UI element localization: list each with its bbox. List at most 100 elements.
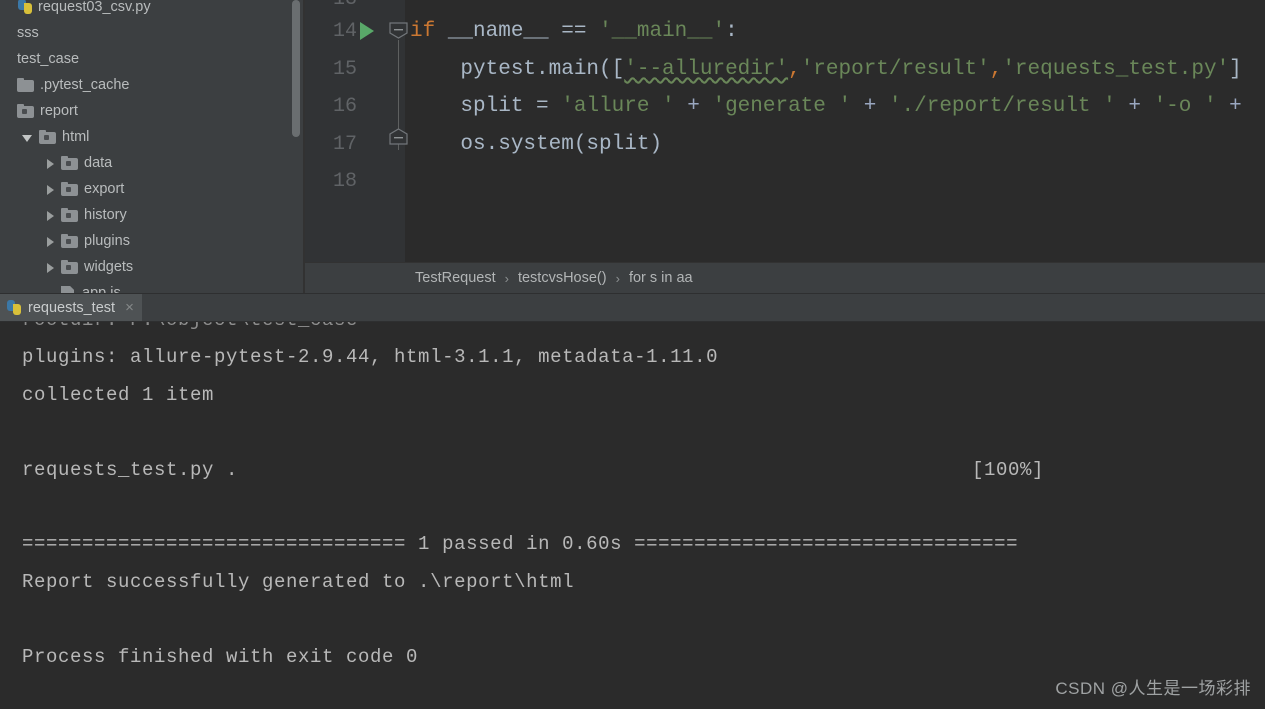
tree-item-label: sss — [17, 25, 39, 41]
tree-item-label: data — [84, 155, 112, 171]
report-result-string: './report/result ' — [889, 95, 1116, 118]
line-number: 15 — [305, 51, 357, 89]
keyword-if: if — [410, 20, 435, 43]
tree-item-test-case[interactable]: test_case — [0, 46, 79, 72]
ide-window: request03_csv.pysss test_case .pytest_cach… — [0, 0, 1265, 709]
folder-icon — [61, 182, 78, 196]
folder-icon — [61, 156, 78, 170]
pytest-main-call: pytest.main([ — [410, 58, 624, 81]
tree-item--pytest-cache[interactable]: .pytest_cache — [0, 72, 129, 98]
python-file-icon — [17, 0, 33, 15]
line-number: 17 — [305, 126, 357, 164]
code-editor[interactable]: 13 14 15 16 17 18 — [305, 0, 1265, 262]
tree-item-label: widgets — [84, 259, 133, 275]
tree-spacer — [0, 27, 13, 40]
tree-spacer — [0, 53, 13, 66]
plus-3: + — [1116, 95, 1154, 118]
equality-operator: == — [561, 20, 599, 43]
generate-string: 'generate ' — [712, 95, 851, 118]
console-line-rootdir: rootdir: F:\object\test_case — [22, 322, 358, 331]
plus-4: + — [1217, 95, 1242, 118]
line-number: 18 — [305, 163, 357, 201]
tree-item-sss[interactable]: sss — [0, 20, 39, 46]
chevron-right-icon[interactable] — [44, 209, 57, 222]
tree-item-plugins[interactable]: plugins — [0, 228, 130, 254]
name-dunder: __name__ — [435, 20, 561, 43]
tree-item-html[interactable]: html — [0, 124, 89, 150]
colon: : — [725, 20, 738, 43]
tree-item-history[interactable]: history — [0, 202, 127, 228]
tree-item-data[interactable]: data — [0, 150, 112, 176]
tree-item-label: request03_csv.py — [38, 0, 151, 15]
line-number: 16 — [305, 88, 357, 126]
comma-1: , — [788, 58, 801, 81]
chevron-right-icon[interactable] — [44, 261, 57, 274]
tree-item-label: history — [84, 207, 127, 223]
tree-spacer — [0, 79, 13, 92]
console-line-collected: collected 1 item — [22, 384, 214, 406]
console-line-plugins: plugins: allure-pytest-2.9.44, html-3.1.… — [22, 346, 718, 368]
folder-icon — [61, 260, 78, 274]
run-tool-tab-bar: requests_test × — [0, 293, 1265, 322]
requests-test-arg: 'requests_test.py' — [1002, 58, 1229, 81]
project-tree-scrollbar[interactable] — [292, 0, 300, 137]
tree-item-export[interactable]: export — [0, 176, 124, 202]
run-arrow-icon[interactable] — [360, 22, 374, 40]
bracket-close: ] — [1229, 58, 1242, 81]
line-number: 14 — [305, 13, 357, 51]
fold-end-icon[interactable] — [389, 128, 408, 145]
folder-icon — [61, 208, 78, 222]
breadcrumb-item-for-s-in-aa[interactable]: for s in aa — [629, 270, 693, 286]
js-file-icon — [61, 286, 76, 293]
plus-1: + — [675, 95, 713, 118]
close-icon[interactable]: × — [125, 300, 134, 315]
console-line-testfile: requests_test.py . — [22, 459, 238, 481]
chevron-right-icon: › — [505, 271, 509, 286]
chevron-right-icon[interactable] — [44, 235, 57, 248]
report-result-arg: 'report/result' — [801, 58, 990, 81]
csdn-watermark: CSDN @人生是一场彩排 — [1055, 674, 1251, 699]
plus-2: + — [851, 95, 889, 118]
tree-spacer — [0, 1, 13, 14]
run-console-output[interactable]: rootdir: F:\object\test_case plugins: al… — [0, 322, 1265, 709]
main-string: '__main__' — [599, 20, 725, 43]
tree-item-request03-csv-py[interactable]: request03_csv.py — [0, 0, 151, 20]
chevron-right-icon[interactable] — [44, 183, 57, 196]
breadcrumb-item-testrequest[interactable]: TestRequest — [415, 270, 496, 286]
python-file-icon — [6, 300, 22, 316]
tree-item-app-js[interactable]: app.js — [0, 280, 121, 293]
code-line-15: pytest.main(['--alluredir','report/resul… — [410, 51, 1242, 89]
tree-item-report[interactable]: report — [0, 98, 78, 124]
breadcrumb: TestRequest › testcvsHose() › for s in a… — [305, 262, 1265, 293]
chevron-right-icon: › — [616, 271, 620, 286]
tree-item-label: export — [84, 181, 124, 197]
code-line-16: split = 'allure ' + 'generate ' + './rep… — [410, 88, 1242, 126]
folder-icon — [17, 78, 34, 92]
tree-item-label: test_case — [17, 51, 79, 67]
folder-icon — [39, 130, 56, 144]
tree-item-label: .pytest_cache — [40, 77, 129, 93]
tree-item-label: report — [40, 103, 78, 119]
console-line-summary: ================================ 1 passe… — [22, 533, 1018, 555]
alluredir-arg: '--alluredir' — [624, 58, 788, 81]
tree-spacer — [0, 105, 13, 118]
fold-collapse-icon[interactable] — [389, 22, 408, 39]
code-line-14: if __name__ == '__main__': — [410, 13, 738, 51]
split-assign: split = — [410, 95, 561, 118]
chevron-right-icon[interactable] — [44, 157, 57, 170]
console-line-report: Report successfully generated to .\repor… — [22, 571, 574, 593]
top-area: request03_csv.pysss test_case .pytest_cach… — [0, 0, 1265, 293]
console-percent-badge: [100%] — [972, 459, 1044, 481]
tree-item-widgets[interactable]: widgets — [0, 254, 133, 280]
allure-string: 'allure ' — [561, 95, 674, 118]
tree-item-label: html — [62, 129, 89, 145]
folder-icon — [61, 234, 78, 248]
tab-requests-test[interactable]: requests_test × — [0, 294, 142, 321]
breadcrumb-item-testcvshose[interactable]: testcvsHose() — [518, 270, 607, 286]
console-line-exitcode: Process finished with exit code 0 — [22, 646, 418, 668]
code-line-17: os.system(split) — [410, 126, 662, 164]
comma-2: , — [990, 58, 1003, 81]
project-tree-panel[interactable]: request03_csv.pysss test_case .pytest_cach… — [0, 0, 305, 293]
chevron-down-icon[interactable] — [22, 131, 35, 144]
o-flag-string: '-o ' — [1154, 95, 1217, 118]
